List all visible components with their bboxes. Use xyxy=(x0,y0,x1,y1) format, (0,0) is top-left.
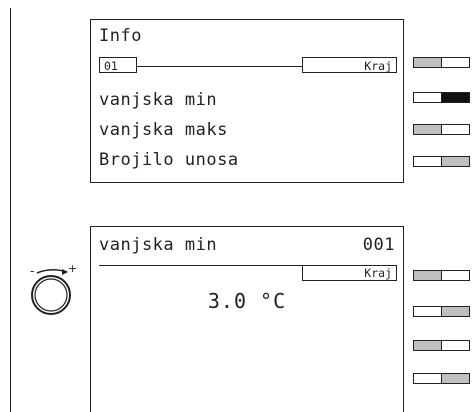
softkey-3-left xyxy=(414,125,441,134)
softkey-5-left xyxy=(414,271,441,280)
softkey-5[interactable] xyxy=(413,270,470,281)
softkey-6-right xyxy=(441,307,469,316)
softkey-1[interactable] xyxy=(413,57,470,68)
menu-item-vanjska-min[interactable]: vanjska min xyxy=(99,90,217,110)
softkey-7[interactable] xyxy=(413,340,470,351)
softkey-3[interactable] xyxy=(413,124,470,135)
softkey-8-right xyxy=(441,374,469,383)
knob-minus-label: - xyxy=(30,264,34,278)
knob-outer-ring xyxy=(31,275,71,315)
softkey-8-left xyxy=(414,374,441,383)
softkey-2-left xyxy=(414,93,441,102)
softkey-2-right xyxy=(441,93,469,102)
menu-index-box: 01 xyxy=(99,57,137,73)
softkey-6[interactable] xyxy=(413,306,470,317)
softkey-6-left xyxy=(414,307,441,316)
detail-screen: vanjska min 001 Kraj 3.0 °C xyxy=(90,226,404,412)
temperature-value: 3.0 °C xyxy=(207,289,287,313)
header-rule xyxy=(137,66,302,67)
detail-code: 001 xyxy=(362,235,395,255)
info-menu-screen: Info 01 Kraj vanjska min vanjska maks Br… xyxy=(90,19,404,183)
detail-title: vanjska min xyxy=(99,235,218,255)
menu-item-vanjska-maks[interactable]: vanjska maks xyxy=(99,120,228,140)
detail-back-button[interactable]: Kraj xyxy=(302,265,397,281)
softkey-4-right xyxy=(441,157,469,166)
knob-plus-label: + xyxy=(68,263,77,275)
panel-border xyxy=(10,8,11,412)
back-button[interactable]: Kraj xyxy=(302,57,397,73)
rotary-knob[interactable]: - + xyxy=(27,262,79,315)
softkey-7-left xyxy=(414,341,441,350)
softkey-8[interactable] xyxy=(413,373,470,384)
softkey-4-left xyxy=(414,157,441,166)
softkey-1-right xyxy=(441,58,469,67)
softkey-3-right xyxy=(441,125,469,134)
softkey-7-right xyxy=(441,341,469,350)
rotary-knob-icon: - + xyxy=(30,262,77,315)
softkey-2[interactable] xyxy=(413,92,470,103)
menu-item-brojilo-unosa[interactable]: Brojilo unosa xyxy=(99,150,239,170)
screen-title: Info xyxy=(99,26,142,46)
softkey-4[interactable] xyxy=(413,156,470,167)
softkey-1-left xyxy=(414,58,441,67)
softkey-5-right xyxy=(441,271,469,280)
